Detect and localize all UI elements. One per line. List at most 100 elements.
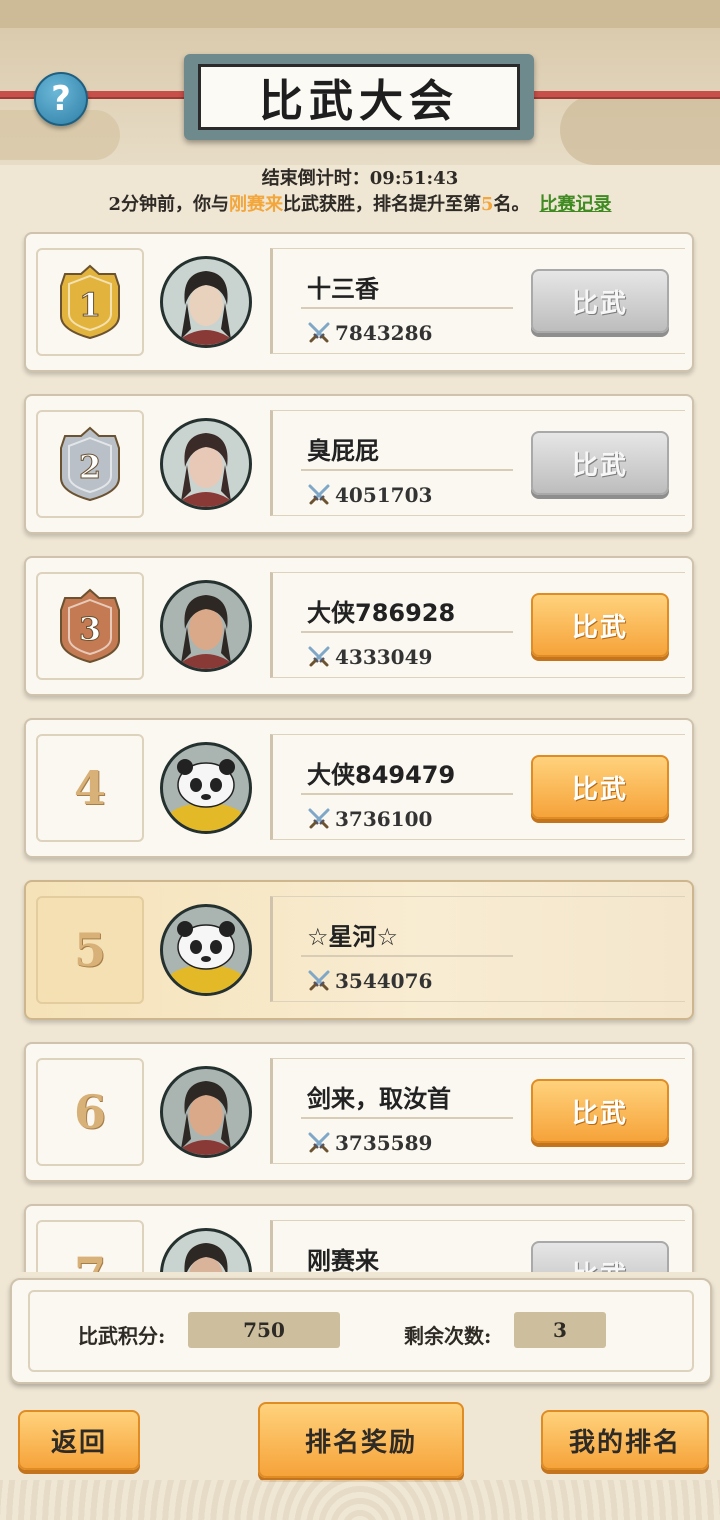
question-icon: ? — [51, 79, 71, 119]
rank-box: 6 — [36, 1058, 144, 1166]
crossed-swords-icon — [308, 646, 330, 667]
divider — [301, 793, 513, 795]
player-info: 大侠786928 4333049 比武 — [270, 572, 685, 678]
ranking-list[interactable]: 1 十三香 7843286 比武 2 臭屁屁 4051703 比武 3 大侠786928 43330… — [0, 232, 720, 1272]
match-record-link[interactable]: 比赛记录 — [540, 194, 612, 215]
player-info: 十三香 7843286 比武 — [270, 248, 685, 354]
challenge-button[interactable]: 比武 — [531, 755, 669, 819]
points-label: 比武积分: — [78, 1324, 166, 1348]
news-rank: 5 — [481, 194, 494, 215]
player-info: ☆星河☆ 3544076 — [270, 896, 685, 1002]
countdown-timer: 结束倒计时：09:51:43 — [261, 168, 459, 189]
score-panel-frame: 比武积分: 750 剩余次数: 3 — [28, 1290, 694, 1372]
portrait-icon — [166, 759, 246, 831]
player-name: 十三香 — [307, 275, 379, 303]
rank-rewards-button[interactable]: 排名奖励 — [258, 1402, 464, 1478]
remaining-label: 剩余次数: — [404, 1324, 492, 1348]
rank-box: 7 — [36, 1220, 144, 1272]
crossed-swords-icon — [308, 1132, 330, 1153]
portrait-icon — [184, 1243, 228, 1272]
portrait-icon — [173, 595, 239, 669]
rank-badge-icon: 1 — [60, 264, 120, 340]
player-avatar[interactable] — [160, 1228, 252, 1272]
portrait-icon — [173, 433, 239, 507]
crossed-swords-icon — [308, 808, 330, 829]
player-name: 臭屁屁 — [307, 437, 379, 465]
combat-power: 4051703 — [307, 483, 432, 507]
rank-row: 1 十三香 7843286 比武 — [24, 232, 694, 372]
rank-box: 4 — [36, 734, 144, 842]
player-avatar[interactable] — [160, 418, 252, 510]
rank-number: 4 — [73, 761, 106, 815]
combat-power: 4333049 — [307, 645, 432, 669]
player-avatar[interactable] — [160, 256, 252, 348]
rank-row: 3 大侠786928 4333049 比武 — [24, 556, 694, 696]
player-name: 剑来，取汝首 — [307, 1085, 451, 1113]
combat-power-value: 3735589 — [335, 1131, 433, 1155]
player-avatar[interactable] — [160, 1066, 252, 1158]
player-info: 大侠849479 3736100 比武 — [270, 734, 685, 840]
player-name: ☆星河☆ — [307, 923, 399, 951]
rank-badge-icon: 3 — [60, 588, 120, 664]
player-name: 大侠849479 — [307, 761, 456, 789]
score-panel: 比武积分: 750 剩余次数: 3 — [10, 1278, 712, 1384]
combat-power-value: 7843286 — [335, 321, 433, 345]
combat-power: 7843286 — [307, 321, 432, 345]
player-info: 剑来，取汝首 3735589 比武 — [270, 1058, 685, 1164]
player-name: 刚赛来 — [307, 1247, 379, 1272]
combat-power-value: 3736100 — [335, 807, 433, 831]
cloud-decoration — [560, 95, 720, 165]
my-rank-row: 5 ☆星河☆ 3544076 — [24, 880, 694, 1020]
challenge-button[interactable]: 比武 — [531, 1079, 669, 1143]
rank-badge-icon: 2 — [60, 426, 120, 502]
rank-row: 6 剑来，取汝首 3735589 比武 — [24, 1042, 694, 1182]
portrait-icon — [166, 921, 246, 993]
title-plaque: 比武大会 — [184, 54, 534, 140]
divider — [301, 955, 513, 957]
battle-news: 2分钟前，你与刚赛来比武获胜，排名提升至第5名。 比赛记录 — [0, 190, 720, 216]
player-info: 刚赛来 比武 — [270, 1220, 685, 1272]
rank-row: 2 臭屁屁 4051703 比武 — [24, 394, 694, 534]
title-frame: 比武大会 — [198, 64, 520, 130]
news-text: 比武获胜，排名提升至第 — [283, 194, 481, 215]
rank-row: 4 大侠849479 3736100 比武 — [24, 718, 694, 858]
combat-power-value: 4333049 — [335, 645, 433, 669]
combat-power: 3544076 — [307, 969, 432, 993]
challenge-button[interactable]: 比武 — [531, 431, 669, 495]
combat-power-value: 4051703 — [335, 483, 433, 507]
rank-number: 7 — [74, 1247, 106, 1272]
my-rank-button[interactable]: 我的排名 — [541, 1410, 709, 1470]
challenge-button[interactable]: 比武 — [531, 1241, 669, 1272]
rank-box: 3 — [36, 572, 144, 680]
divider — [301, 307, 513, 309]
wave-decoration — [0, 1480, 720, 1520]
portrait-icon — [173, 271, 239, 345]
rank-box: 5 — [36, 896, 144, 1004]
rank-number: 3 — [79, 610, 101, 648]
news-text: 2分钟前，你与 — [108, 194, 229, 215]
page-title: 比武大会 — [259, 76, 459, 127]
help-button[interactable]: ? — [34, 72, 88, 126]
portrait-icon — [173, 1081, 239, 1155]
rank-row: 7 刚赛来 比武 — [24, 1204, 694, 1272]
player-avatar[interactable] — [160, 742, 252, 834]
news-opponent: 刚赛来 — [229, 194, 283, 215]
rank-number: 2 — [79, 448, 101, 486]
challenge-button[interactable]: 比武 — [531, 269, 669, 333]
points-value: 750 — [188, 1312, 340, 1348]
combat-power: 3736100 — [307, 807, 432, 831]
crossed-swords-icon — [308, 970, 330, 991]
rank-box: 2 — [36, 410, 144, 518]
player-avatar[interactable] — [160, 904, 252, 996]
remaining-value: 3 — [514, 1312, 606, 1348]
challenge-button[interactable]: 比武 — [531, 593, 669, 657]
divider — [301, 469, 513, 471]
back-button[interactable]: 返回 — [18, 1410, 140, 1470]
divider — [301, 1117, 513, 1119]
crossed-swords-icon — [308, 322, 330, 343]
player-name: 大侠786928 — [307, 599, 456, 627]
divider — [301, 631, 513, 633]
player-avatar[interactable] — [160, 580, 252, 672]
player-info: 臭屁屁 4051703 比武 — [270, 410, 685, 516]
news-text: 名。 — [493, 194, 530, 215]
